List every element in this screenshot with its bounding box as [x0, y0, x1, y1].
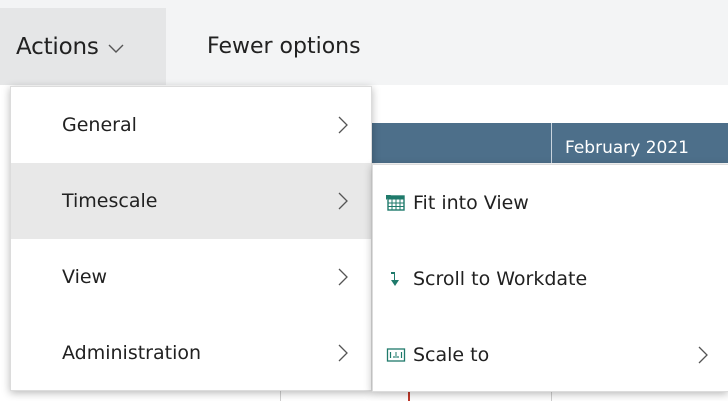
menu-item-administration[interactable]: Administration	[11, 315, 371, 391]
scale-icon	[386, 348, 406, 362]
menu-item-general[interactable]: General	[11, 87, 371, 163]
month-label: February 2021	[565, 138, 689, 158]
menu-item-view[interactable]: View	[11, 239, 371, 315]
chevron-right-icon	[338, 192, 348, 210]
chevron-right-icon	[338, 268, 348, 286]
actions-label: Actions	[16, 33, 99, 60]
actions-menu: General Timescale View Administration	[10, 86, 372, 391]
submenu-item-fit-into-view[interactable]: Fit into View	[373, 165, 728, 241]
menu-item-label: General	[62, 114, 137, 136]
actions-button[interactable]: Actions	[0, 8, 166, 85]
action-bar: Actions Fewer options	[0, 0, 728, 85]
menu-item-timescale[interactable]: Timescale	[11, 163, 371, 239]
submenu-item-scale-to[interactable]: Scale to	[373, 317, 728, 393]
scroll-down-arrow-icon	[391, 272, 399, 286]
fewer-options-button[interactable]: Fewer options	[207, 8, 361, 85]
timescale-submenu: Fit into View Scroll to Workdate Scale t…	[372, 164, 728, 392]
menu-item-label: Timescale	[62, 190, 158, 212]
page: February 2021 Actions Fewer options Gene…	[0, 0, 728, 401]
fit-into-view-icon	[386, 195, 405, 211]
chevron-down-icon	[108, 44, 124, 53]
chevron-right-icon	[338, 344, 348, 362]
submenu-item-label: Scroll to Workdate	[413, 268, 588, 290]
submenu-item-scroll-to-workdate[interactable]: Scroll to Workdate	[373, 241, 728, 317]
timeline-header-divider	[551, 123, 552, 163]
menu-item-label: Administration	[62, 342, 202, 364]
chevron-right-icon	[338, 116, 348, 134]
submenu-item-label: Scale to	[413, 344, 490, 366]
submenu-item-label: Fit into View	[413, 192, 529, 214]
chevron-right-icon	[698, 346, 708, 364]
menu-item-label: View	[62, 266, 108, 288]
grid-line	[280, 390, 281, 401]
